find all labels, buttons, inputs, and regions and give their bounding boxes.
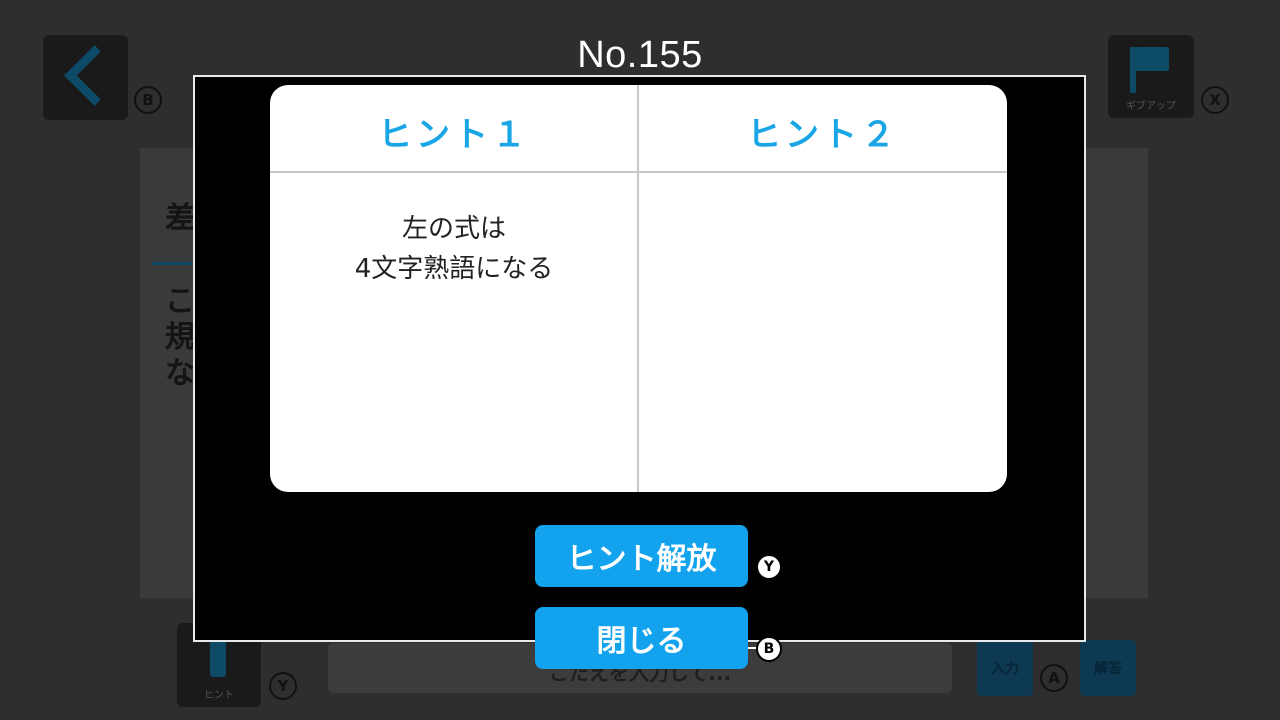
hint-2-title: ヒント２ [747, 115, 899, 155]
hint-header-divider [270, 171, 1007, 173]
hint-card: ヒント１ ヒント２ 左の式は 4文字熟語になる [270, 85, 1007, 492]
hint-1-line: 4文字熟語になる [354, 254, 554, 284]
puzzle-number: No.155 [577, 34, 703, 76]
close-badge-connector [748, 647, 756, 649]
question-text: こ規な [165, 284, 195, 391]
close-shortcut-badge: B [756, 636, 782, 662]
hint-caption: ヒント [204, 690, 234, 701]
hint-shortcut-badge: Y [269, 672, 297, 700]
back-shortcut-badge: B [134, 86, 162, 114]
giveup-shortcut-badge: X [1201, 86, 1229, 114]
hint-1-line: 左の式は [401, 214, 506, 244]
close-button[interactable]: 閉じる [535, 607, 748, 669]
giveup-caption: ギブアップ [1126, 101, 1176, 112]
submit-button[interactable]: 解答 [1080, 640, 1136, 696]
question-underline [152, 262, 192, 265]
hint-1-title: ヒント１ [378, 115, 530, 155]
unlock-shortcut-badge: Y [756, 554, 782, 580]
question-title: 差 [165, 201, 195, 236]
hint-1-body: 左の式は 4文字熟語になる [270, 209, 638, 289]
unlock-hint-button[interactable]: ヒント解放 [535, 525, 748, 587]
exclamation-icon [210, 637, 226, 677]
input-button[interactable]: 入力 [977, 640, 1033, 696]
input-shortcut-badge: A [1040, 664, 1068, 692]
